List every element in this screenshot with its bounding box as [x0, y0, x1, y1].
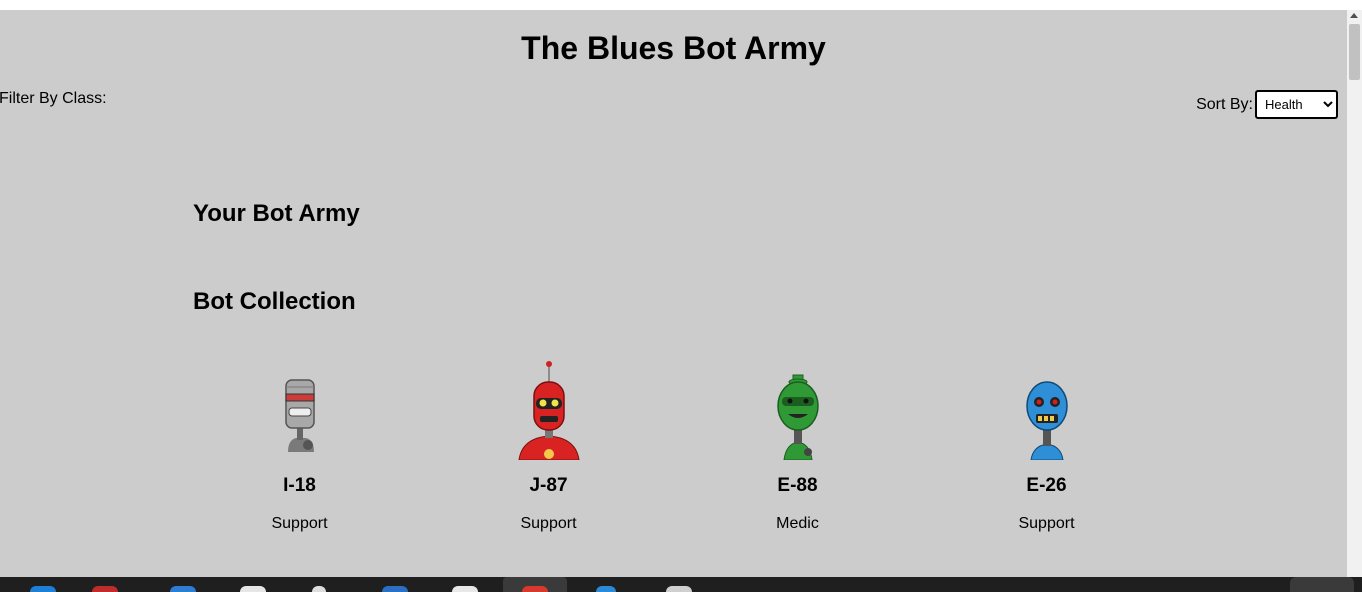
- vscode-icon[interactable]: [596, 586, 616, 592]
- sort-select[interactable]: Health: [1255, 90, 1338, 119]
- page-content: The Blues Bot Army Filter By Class: Sort…: [0, 10, 1347, 577]
- bot-card[interactable]: J-87 Support: [424, 360, 673, 540]
- bot-avatar-icon[interactable]: [514, 360, 584, 460]
- bot-name: J-87: [529, 475, 568, 496]
- bot-name: E-88: [777, 475, 818, 496]
- bot-collection-grid: I-18 Support J-87 Support E-88 Medic E-2…: [175, 360, 1171, 540]
- scrollbar-thumb[interactable]: [1349, 24, 1360, 80]
- filter-by-class-label: Filter By Class:: [0, 90, 107, 107]
- bot-avatar-icon[interactable]: [1017, 360, 1077, 460]
- vertical-scrollbar[interactable]: [1347, 10, 1362, 577]
- scroll-up-arrow-icon[interactable]: [1350, 13, 1358, 18]
- bot-class: Support: [271, 515, 328, 532]
- edge-icon[interactable]: [30, 586, 56, 592]
- taskbar: [0, 577, 1362, 592]
- bot-class: Support: [1018, 515, 1075, 532]
- files-icon[interactable]: [170, 586, 196, 592]
- bot-class: Support: [520, 515, 577, 532]
- sort-by-label: Sort By:: [1196, 95, 1253, 113]
- bot-card[interactable]: E-88 Medic: [673, 360, 922, 540]
- bot-avatar-icon[interactable]: [768, 360, 828, 460]
- bot-avatar-icon[interactable]: [270, 360, 330, 460]
- chrome-icon[interactable]: [452, 586, 478, 592]
- red-app-icon[interactable]: [92, 586, 118, 592]
- your-bot-army-heading: Your Bot Army: [193, 200, 360, 227]
- browser-icon[interactable]: [382, 586, 408, 592]
- doc-icon[interactable]: [240, 586, 266, 592]
- bot-class: Medic: [776, 515, 819, 532]
- tray-area[interactable]: [1290, 577, 1354, 592]
- bot-name: I-18: [283, 475, 316, 496]
- search-icon[interactable]: [312, 586, 326, 592]
- window-icon[interactable]: [666, 586, 692, 592]
- bot-card[interactable]: E-26 Support: [922, 360, 1171, 540]
- sort-control: Sort By: Health: [1196, 90, 1338, 119]
- bot-card[interactable]: I-18 Support: [175, 360, 424, 540]
- red-circle-icon[interactable]: [522, 586, 548, 592]
- bot-collection-heading: Bot Collection: [193, 288, 356, 315]
- page-title: The Blues Bot Army: [521, 30, 826, 66]
- bot-name: E-26: [1026, 475, 1067, 496]
